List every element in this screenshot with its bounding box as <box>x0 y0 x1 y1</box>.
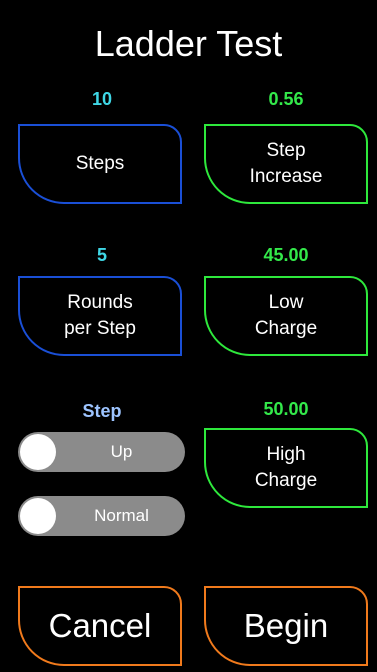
high-charge-button-label: High Charge <box>254 444 318 491</box>
step-increase-button-label: Step Increase <box>249 140 323 187</box>
step-increase-button[interactable]: Step Increase <box>204 124 368 204</box>
step-section-label: Step <box>82 401 122 421</box>
low-charge-button-label: Low Charge <box>254 292 318 339</box>
steps-button-label: Steps <box>75 153 125 174</box>
begin-button[interactable]: Begin <box>204 586 368 666</box>
steps-value: 10 <box>91 89 113 109</box>
rounds-per-step-button[interactable]: Rounds per Step <box>18 276 182 356</box>
low-charge-value: 45.00 <box>263 245 309 265</box>
cancel-button-label: Cancel <box>48 607 152 644</box>
high-charge-value: 50.00 <box>263 399 309 419</box>
high-charge-button[interactable]: High Charge <box>204 428 368 508</box>
low-charge-button[interactable]: Low Charge <box>204 276 368 356</box>
step-mode-toggle[interactable]: Normal <box>18 496 185 536</box>
toggle-knob <box>20 498 56 534</box>
toggle-knob <box>20 434 56 470</box>
step-direction-label: Up <box>110 442 133 461</box>
cancel-button[interactable]: Cancel <box>18 586 182 666</box>
page-title: Ladder Test <box>94 23 283 64</box>
rounds-per-step-button-label: Rounds per Step <box>64 292 136 339</box>
rounds-value: 5 <box>96 245 107 265</box>
step-mode-label: Normal <box>94 506 149 525</box>
step-increase-value: 0.56 <box>268 89 304 109</box>
step-direction-toggle[interactable]: Up <box>18 432 185 472</box>
begin-button-label: Begin <box>243 607 329 644</box>
steps-button[interactable]: Steps <box>18 124 182 204</box>
